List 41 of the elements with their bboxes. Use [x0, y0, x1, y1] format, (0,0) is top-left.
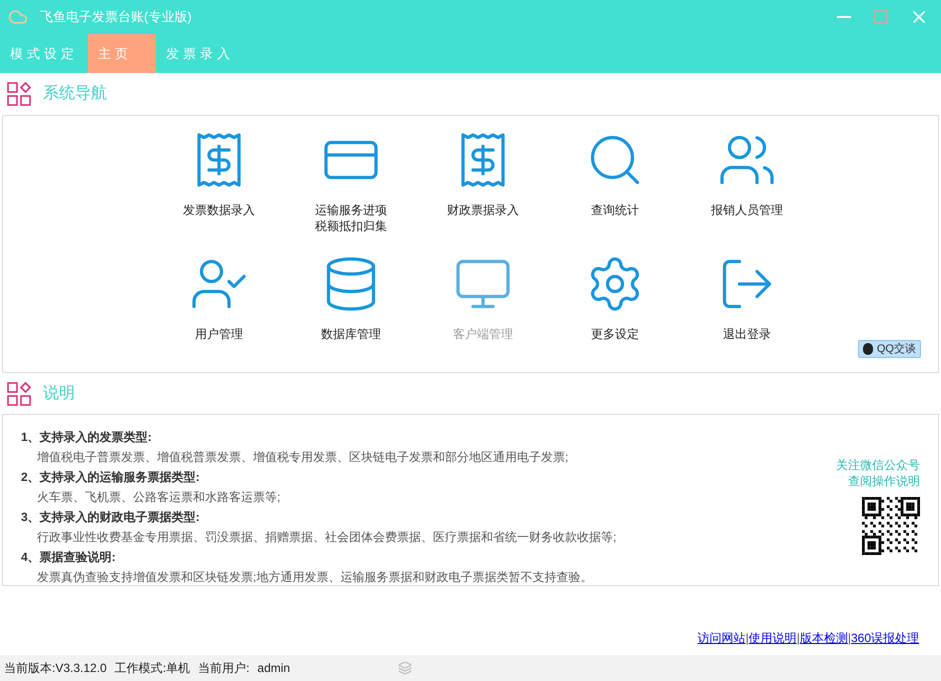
nav-item[interactable]: 查询统计 [549, 130, 681, 240]
nav-item[interactable]: 运输服务进项税额抵扣归集 [285, 130, 417, 240]
info-text: 发票真伪查验支持增值发票和区块链发票;地方通用发票、运输服务票据和财政电子票据类暂不支持查验。 [36, 569, 594, 585]
footer-link[interactable]: 360误报处理 [850, 629, 919, 647]
link-separator: | [746, 630, 749, 647]
nav-item[interactable]: 发票数据录入 [153, 130, 285, 240]
apps-icon [7, 82, 31, 106]
minimize-icon [837, 16, 851, 18]
version-text: 当前版本:V3.3.12.0 [4, 660, 107, 677]
wechat-note: 关注微信公众号 [836, 457, 920, 473]
section-title: 系统导航 [43, 84, 107, 104]
apps-icon [7, 382, 31, 406]
maximize-icon [873, 9, 889, 25]
info-text: 行政事业性收费基金专用票据、罚没票据、捐赠票据、社会团体会费票据、医疗票据和省统一财务收款收据等; [36, 529, 618, 546]
qr-code [862, 497, 920, 555]
section-title: 说明 [43, 384, 75, 404]
nav-item[interactable]: 财政票据录入 [417, 130, 549, 240]
nav-item[interactable]: 更多设定 [549, 254, 681, 364]
nav-item[interactable]: 数据库管理 [285, 254, 417, 364]
nav-item[interactable]: 退出登录 [681, 254, 813, 364]
footer-link[interactable]: 访问网站 [698, 629, 746, 647]
nav-item[interactable]: 报销人员管理 [681, 130, 813, 240]
mode-text: 工作模式:单机 [114, 660, 190, 677]
info-heading: 1、支持录入的发票类型: [21, 429, 153, 446]
user-name: admin [257, 660, 290, 677]
info-text: 增值税电子普票发票、增值税普票发票、增值税专用发票、区块链电子发票和部分地区通用电子发票; [36, 449, 570, 466]
footer-link[interactable]: 使用说明 [748, 629, 797, 647]
info-heading: 4、票据查验说明: [21, 549, 117, 566]
wechat-note: 查阅操作说明 [848, 473, 920, 489]
info-heading: 3、支持录入的财政电子票据类型: [21, 509, 201, 526]
nav-item[interactable]: 用户管理 [153, 254, 285, 364]
link-separator: | [796, 630, 800, 647]
maximize-button[interactable] [873, 9, 889, 25]
layers-icon [398, 661, 412, 675]
link-separator: | [848, 630, 851, 647]
window-title: 飞鱼电子发票台账(专业版) [40, 8, 192, 26]
user-label: 当前用户: [198, 660, 250, 677]
footer-link[interactable]: 版本检测 [800, 629, 848, 647]
info-heading: 2、支持录入的运输服务票据类型: [21, 469, 201, 486]
info-text: 火车票、飞机票、公路客运票和水路客运票等; [36, 489, 282, 506]
qq-chat-button[interactable]: QQ交谈 [858, 340, 921, 358]
